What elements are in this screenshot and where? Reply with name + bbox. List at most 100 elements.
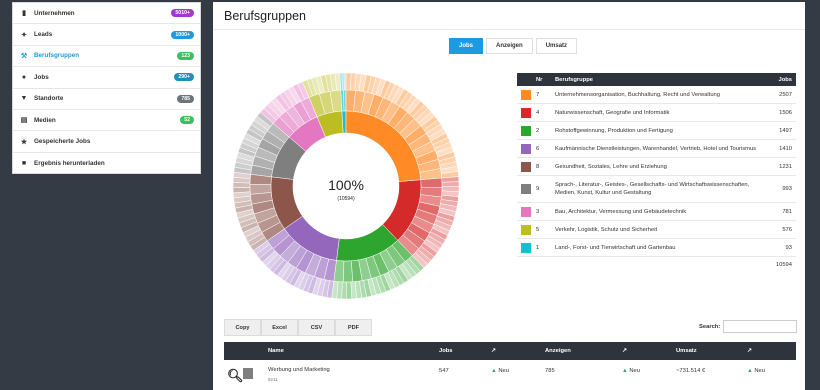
- category-jobs: 1231: [779, 163, 792, 170]
- building-icon: ▮: [22, 10, 26, 18]
- trend-up-icon: ▲: [622, 368, 628, 374]
- main-panel: Berufsgruppen Jobs Anzeigen Umsatz 100% …: [213, 2, 805, 390]
- category-row[interactable]: 6 Kaufmännische Dienstleistungen, Warenha…: [517, 140, 796, 158]
- row-ads-trend: ▲ Neu: [622, 368, 640, 374]
- category-row[interactable]: 1 Land-, Forst- und Tierwirtschaft und Ga…: [517, 239, 796, 257]
- donut-center-value: 100%: [328, 177, 364, 193]
- map-marker-icon: ▼: [20, 95, 28, 103]
- category-color-swatch: [520, 242, 531, 253]
- category-nr: 8: [536, 163, 540, 170]
- category-row[interactable]: 4 Naturwissenschaft, Geografie und Inform…: [517, 104, 796, 122]
- count-badge: 290+: [174, 73, 194, 82]
- sidebar-nav: ▮ Unternehmen 5010+ ✦ Leads 1000+ ⚒ Berufsgrupp…: [12, 2, 201, 174]
- category-color-swatch: [520, 107, 531, 118]
- header-jobs[interactable]: Jobs: [764, 77, 796, 83]
- count-badge: 52: [180, 116, 194, 125]
- category-name: Kaufmännische Dienstleistungen, Warenhan…: [555, 145, 757, 152]
- category-color-swatch: [520, 143, 531, 154]
- search-icon[interactable]: 🔍︎: [227, 368, 244, 384]
- sidebar-item-standorte[interactable]: ▼ Standorte 785: [13, 89, 200, 110]
- sidebar-item-berufsgruppen[interactable]: ⚒ Berufsgruppen 123: [13, 46, 200, 68]
- category-row[interactable]: 2 Rohstoffgewinnung, Produktion und Ferti…: [517, 122, 796, 140]
- category-jobs: 1410: [779, 145, 792, 152]
- sidebar-item-label: Berufsgruppen: [34, 52, 80, 60]
- category-jobs: 576: [782, 226, 792, 233]
- star-icon: ★: [20, 138, 28, 146]
- category-jobs: 2507: [779, 91, 792, 98]
- row-ads: 785: [545, 368, 555, 374]
- sidebar-item-label: Standorte: [34, 95, 64, 103]
- category-color-swatch: [520, 125, 531, 136]
- sidebar-item-label: Gespeicherte Jobs: [34, 138, 91, 146]
- row-jobs-trend-label: Neu: [498, 368, 510, 374]
- document-icon: ■: [21, 159, 27, 167]
- donut-center-total: (10594): [337, 196, 355, 202]
- user-icon: ●: [21, 73, 27, 81]
- category-jobs: 993: [782, 186, 792, 192]
- export-buttons: Copy Excel CSV PDF: [224, 319, 372, 336]
- category-jobs: 781: [782, 208, 792, 215]
- sidebar-item-unternehmen[interactable]: ▮ Unternehmen 5010+: [13, 3, 200, 25]
- hammer-icon: ⚒: [20, 52, 28, 60]
- sidebar-item-leads[interactable]: ✦ Leads 1000+: [13, 24, 200, 46]
- sunburst-outer-segment-8[interactable]: [232, 182, 251, 188]
- search-label: Search:: [699, 323, 721, 330]
- count-badge: 785: [177, 94, 194, 103]
- sidebar-item-medien[interactable]: ▤ Medien 52: [13, 110, 200, 132]
- sunburst-outer-segment-4[interactable]: [441, 186, 460, 192]
- sidebar-item-label: Unternehmen: [34, 9, 75, 17]
- header-name[interactable]: Name: [268, 348, 284, 354]
- category-name: Bau, Architektur, Vermessung und Gebäude…: [555, 208, 687, 215]
- sidebar-item-gespeicherte-jobs[interactable]: ★ Gespeicherte Jobs: [13, 131, 200, 153]
- excel-button[interactable]: Excel: [261, 319, 298, 336]
- trend-chart-icon[interactable]: ↗: [622, 348, 627, 354]
- sidebar-item-ergebnis-herunterladen[interactable]: ■ Ergebnis herunterladen: [13, 153, 200, 174]
- category-table-header: Nr Berufsgruppe Jobs: [517, 73, 796, 86]
- copy-button[interactable]: Copy: [224, 319, 261, 336]
- category-nr: 5: [536, 226, 540, 233]
- header-anzeigen[interactable]: Anzeigen: [545, 348, 571, 354]
- table-row[interactable]: 🔍︎ Werbung und Marketing 9211 547 ▲ Neu …: [224, 362, 796, 390]
- csv-button[interactable]: CSV: [298, 319, 335, 336]
- trend-up-icon: ▲: [491, 368, 497, 374]
- category-row[interactable]: 7 Unternehmensorganisation, Buchhaltung, …: [517, 86, 796, 104]
- search-input[interactable]: [723, 320, 798, 333]
- data-table-header: Name Jobs ↗ Anzeigen ↗ Umsatz ↗: [224, 342, 796, 360]
- row-revenue-trend-label: Neu: [754, 368, 766, 374]
- category-name: Naturwissenschaft, Geografie und Informa…: [555, 109, 670, 116]
- sunburst-outer-segment-2[interactable]: [341, 281, 348, 300]
- category-total: 10594: [775, 262, 792, 268]
- sidebar-item-jobs[interactable]: ● Jobs 290+: [13, 67, 200, 89]
- trend-chart-icon[interactable]: ↗: [747, 348, 752, 354]
- category-row[interactable]: 8 Gesundheit, Soziales, Lehre und Erziehu…: [517, 158, 796, 176]
- trend-chart-icon[interactable]: ↗: [491, 348, 496, 354]
- sunburst-outer-segment-8[interactable]: [232, 177, 251, 184]
- category-name: Verkehr, Logistik, Schutz und Sicherheit: [555, 226, 658, 233]
- row-jobs-trend: ▲ Neu: [491, 368, 509, 374]
- tab-jobs[interactable]: Jobs: [449, 38, 484, 54]
- sunburst-outer-segment-7[interactable]: [345, 72, 352, 91]
- row-name: Werbung und Marketing: [268, 367, 330, 373]
- tab-umsatz[interactable]: Umsatz: [535, 38, 578, 54]
- row-revenue: ~731.514 €: [676, 368, 706, 374]
- row-ads-trend-label: Neu: [629, 368, 641, 374]
- tab-anzeigen[interactable]: Anzeigen: [486, 38, 533, 54]
- page-title: Berufsgruppen: [213, 2, 805, 30]
- category-row[interactable]: 9 Sprach-, Literatur-, Geistes-, Gesellsc…: [517, 176, 796, 203]
- pdf-button[interactable]: PDF: [335, 319, 372, 336]
- category-nr: 1: [536, 244, 540, 251]
- header-jobs-col[interactable]: Jobs: [439, 348, 453, 354]
- row-code: 9211: [268, 377, 278, 382]
- category-row[interactable]: 3 Bau, Architektur, Vermessung und Gebäud…: [517, 203, 796, 221]
- category-name: Land-, Forst- und Tierwirtschaft und Gar…: [555, 244, 676, 251]
- category-row[interactable]: 5 Verkehr, Logistik, Schutz und Sicherhei…: [517, 221, 796, 239]
- count-badge: 5010+: [171, 9, 194, 18]
- category-name: Sprach-, Literatur-, Geistes-, Gesellsch…: [555, 182, 750, 196]
- sunburst-chart[interactable]: 100% (10594): [230, 70, 462, 302]
- category-jobs: 93: [785, 244, 792, 251]
- count-badge: 123: [177, 51, 194, 60]
- header-berufsgruppe[interactable]: Berufsgruppe: [555, 76, 764, 84]
- header-nr[interactable]: Nr: [534, 77, 555, 83]
- header-umsatz[interactable]: Umsatz: [676, 348, 697, 354]
- category-color-swatch: [520, 184, 531, 194]
